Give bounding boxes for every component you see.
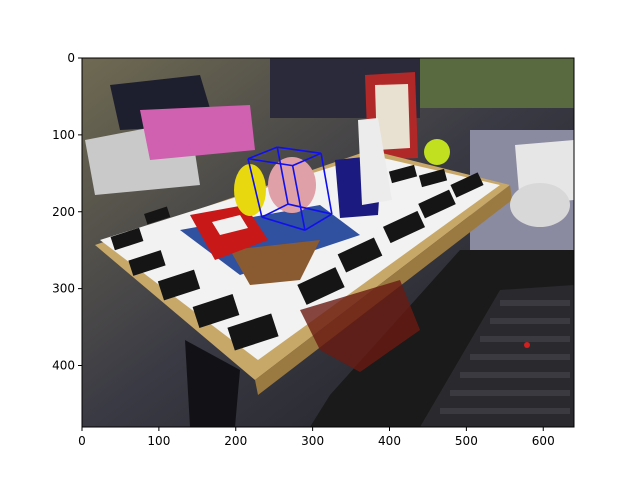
x-axis: 0 100 200 300 400 500 600 [78, 427, 555, 448]
x-tick-label: 300 [301, 434, 324, 448]
x-tick-label: 0 [78, 434, 86, 448]
y-tick-label: 300 [52, 282, 75, 296]
y-axis: 0 100 200 300 400 [52, 51, 82, 373]
y-tick-label: 100 [52, 128, 75, 142]
x-tick-label: 400 [378, 434, 401, 448]
x-tick-label: 600 [532, 434, 555, 448]
x-tick-label: 200 [224, 434, 247, 448]
y-tick-label: 0 [67, 51, 75, 65]
photo [82, 58, 574, 427]
x-tick-label: 100 [147, 434, 170, 448]
figure: 0 100 200 300 400 500 600 0 100 200 300 400 [52, 51, 575, 448]
y-tick-label: 200 [52, 205, 75, 219]
x-tick-label: 500 [455, 434, 478, 448]
y-tick-label: 400 [52, 359, 75, 373]
